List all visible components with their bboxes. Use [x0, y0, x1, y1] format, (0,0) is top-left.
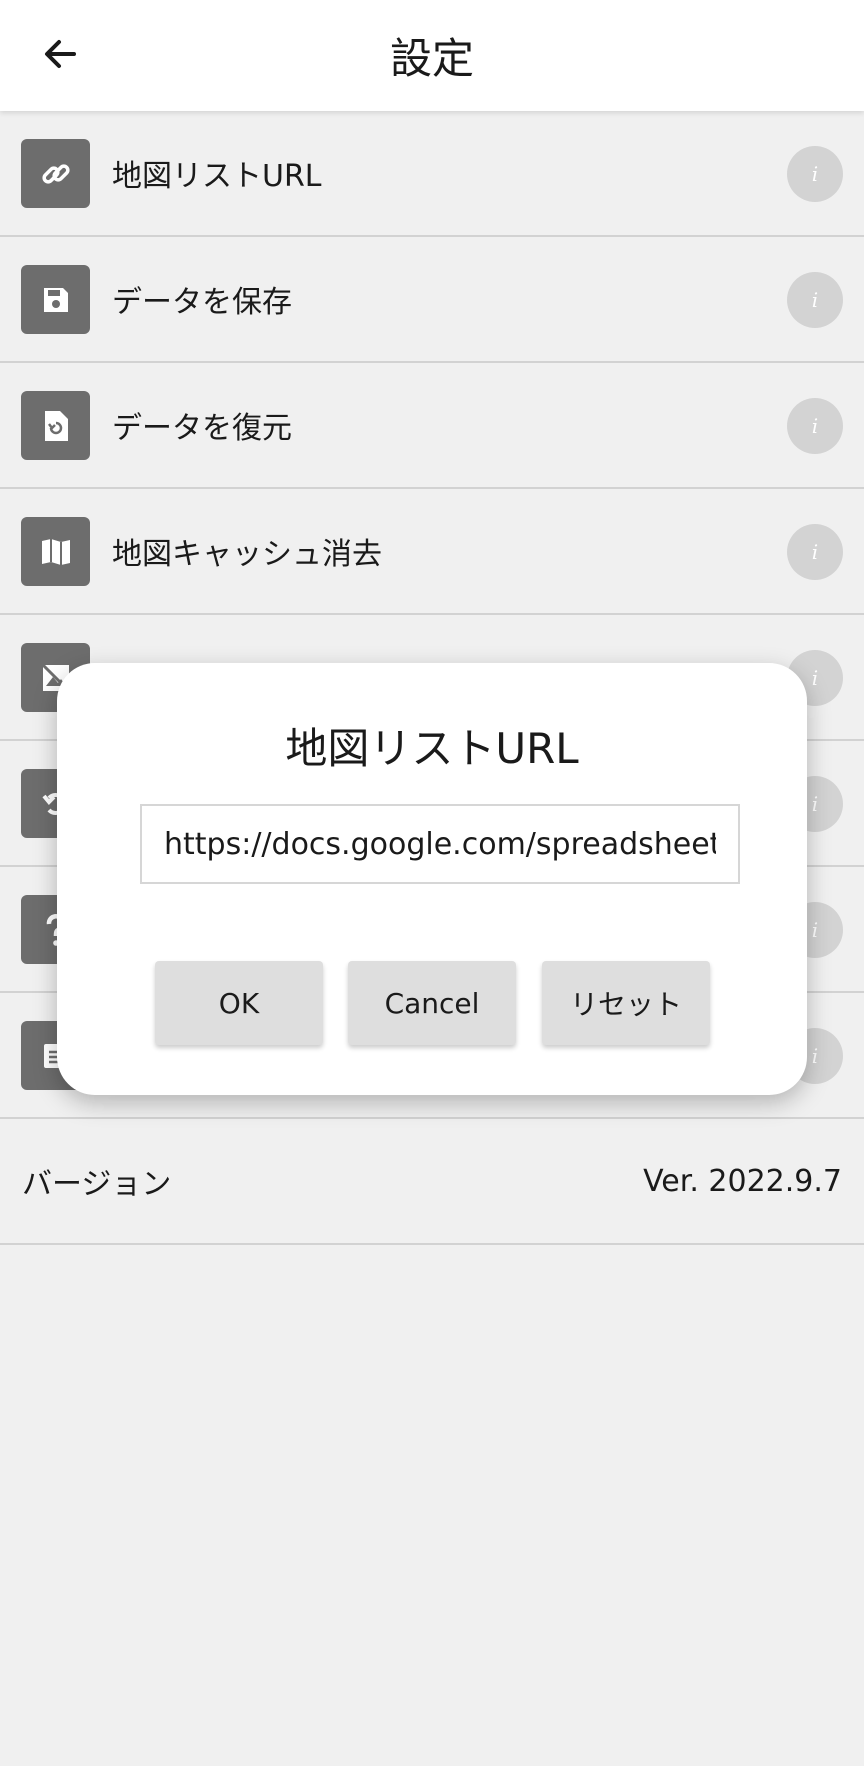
ok-button[interactable]: OK	[155, 961, 323, 1045]
dialog-title: 地図リストURL	[285, 724, 579, 773]
map-list-url-dialog: 地図リストURL OK Cancel リセット	[57, 663, 807, 1095]
cancel-button[interactable]: Cancel	[348, 961, 516, 1045]
reset-button[interactable]: リセット	[542, 961, 710, 1045]
url-input[interactable]	[140, 804, 740, 884]
